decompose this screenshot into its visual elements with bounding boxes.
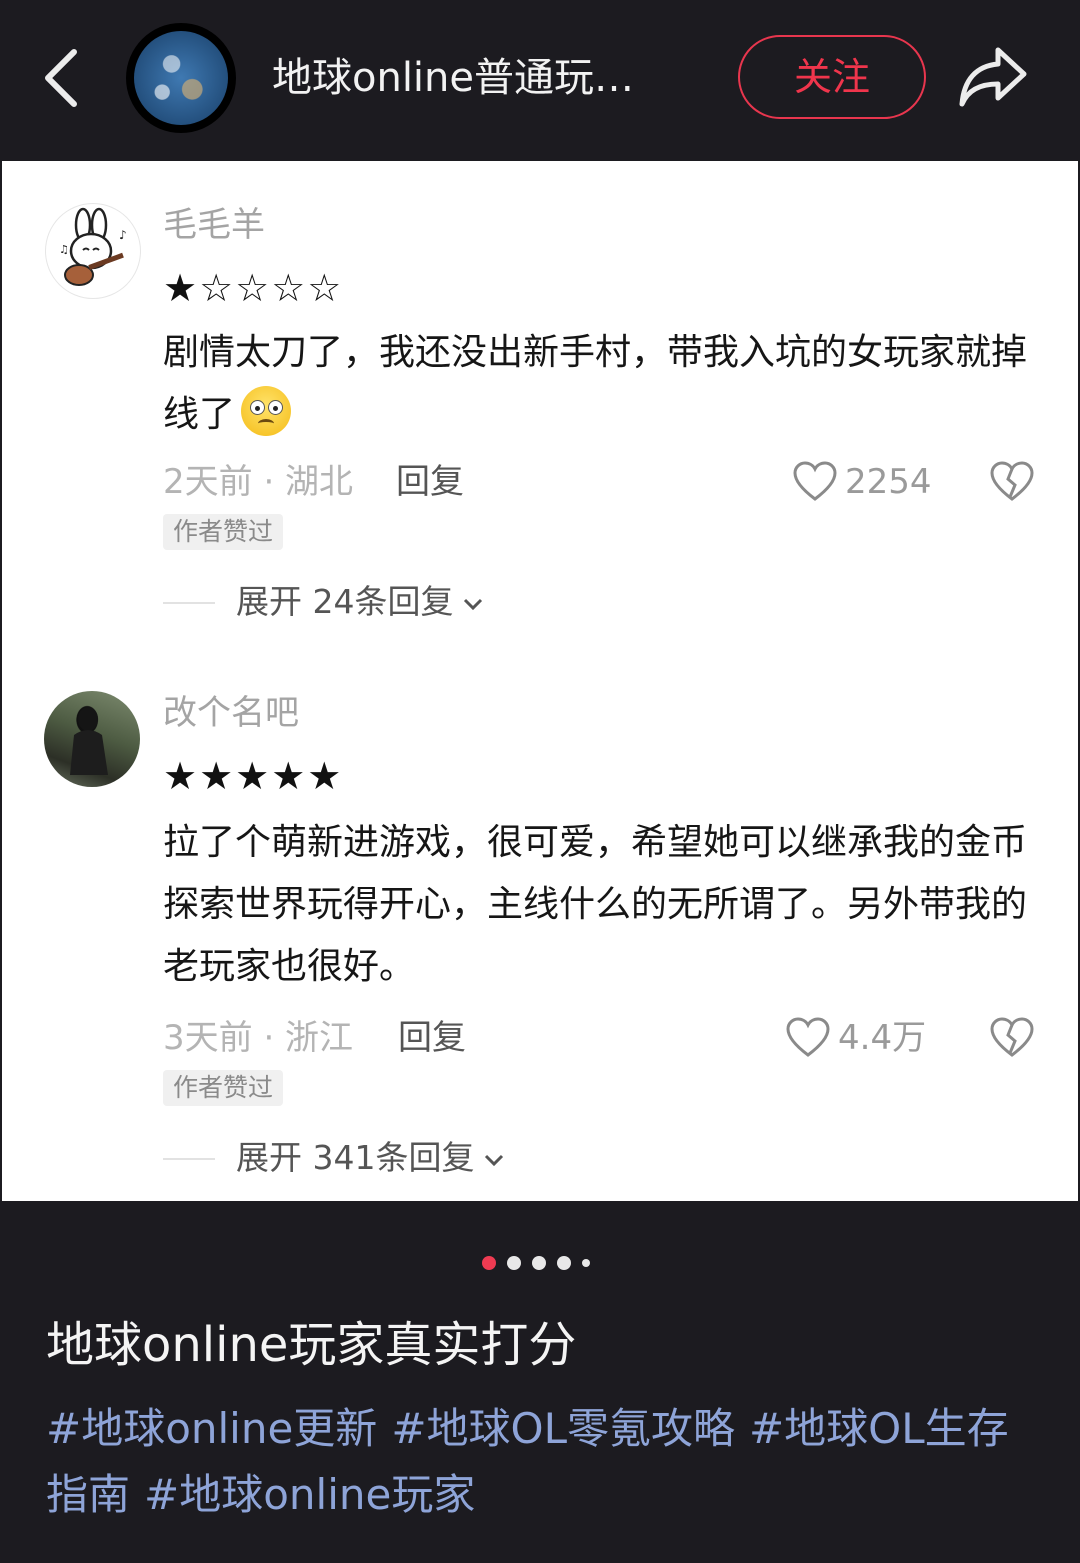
top-bar: 地球online普通玩… 关注 (0, 0, 1080, 160)
pager-dot[interactable] (582, 1259, 590, 1267)
pager-dot[interactable] (557, 1256, 571, 1270)
like-count: 2254 (845, 462, 932, 502)
hashtag-list: #地球online更新 #地球OL零氪攻略 #地球OL生存指南 #地球online玩家 (46, 1396, 1046, 1528)
author-name[interactable]: 地球online普通玩… (272, 48, 672, 108)
author-liked-badge: 作者赞过 (163, 1070, 284, 1106)
comment-time-location: 3天前 · 浙江 (163, 1018, 354, 1058)
divider (163, 602, 215, 604)
broken-heart-icon[interactable] (990, 461, 1034, 503)
expand-replies-button[interactable]: 展开 341条回复 (236, 1136, 506, 1180)
back-button[interactable] (36, 42, 92, 114)
chevron-down-icon (485, 1154, 504, 1166)
chevron-left-icon (45, 49, 77, 107)
earth-icon (134, 31, 228, 125)
rating-stars: ★☆☆☆☆ (163, 266, 344, 310)
comment-text: 剧情太刀了，我还没出新手村，带我入坑的女玩家就掉线了 (163, 332, 1028, 436)
bunny-guitar-icon: ♪ ♫ (59, 207, 127, 286)
hashtag[interactable]: #地球online玩家 (144, 1470, 475, 1519)
pager-dot[interactable] (532, 1256, 546, 1270)
comment-time-location: 2天前 · 湖北 (163, 462, 354, 502)
reply-button[interactable]: 回复 (398, 1016, 466, 1060)
person-photo-icon (70, 707, 108, 775)
divider (163, 1158, 215, 1160)
comment-username[interactable]: 毛毛羊 (163, 203, 265, 247)
svg-text:♪: ♪ (119, 228, 127, 242)
user-avatar[interactable] (44, 691, 140, 787)
heart-icon[interactable] (793, 461, 837, 503)
share-arrow-icon (959, 47, 1027, 107)
image-pager[interactable] (482, 1255, 592, 1271)
comment-text: 拉了个萌新进游戏，很可爱，希望她可以继承我的金币探索世界玩得开心，主线什么的无所… (163, 822, 1028, 987)
reply-button[interactable]: 回复 (396, 460, 464, 504)
share-button[interactable] (956, 44, 1030, 110)
chevron-down-icon (464, 598, 483, 610)
hashtag[interactable]: #地球online更新 (46, 1404, 377, 1453)
hashtag[interactable]: #地球OL零氪攻略 (391, 1404, 735, 1453)
follow-button[interactable]: 关注 (738, 35, 926, 119)
svg-text:♫: ♫ (59, 243, 69, 256)
user-avatar[interactable]: ♪ ♫ (45, 203, 141, 299)
author-liked-badge: 作者赞过 (163, 514, 284, 550)
pager-dot[interactable] (507, 1256, 521, 1270)
post-title: 地球online玩家真实打分 (46, 1317, 577, 1373)
like-count: 4.4万 (838, 1018, 927, 1058)
rating-stars: ★★★★★ (163, 754, 344, 798)
eyes-emoji-icon (241, 386, 292, 436)
broken-heart-icon[interactable] (990, 1017, 1034, 1059)
expand-replies-button[interactable]: 展开 24条回复 (236, 580, 485, 624)
author-avatar[interactable] (126, 23, 236, 133)
pager-dot-active[interactable] (482, 1256, 496, 1270)
heart-icon[interactable] (786, 1017, 830, 1059)
comment-username[interactable]: 改个名吧 (163, 691, 299, 735)
